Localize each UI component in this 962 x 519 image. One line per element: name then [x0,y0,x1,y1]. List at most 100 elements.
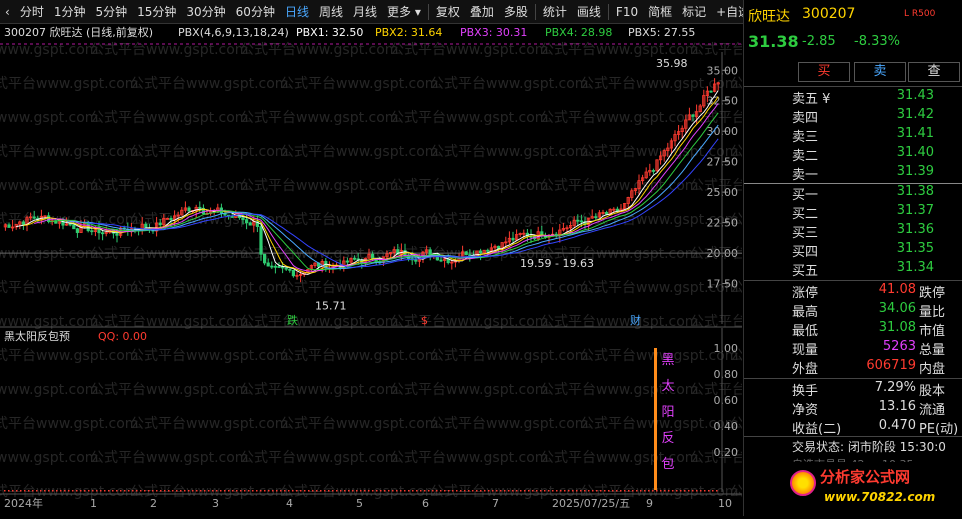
baseline-dot [172,490,174,492]
candle-body [439,259,443,262]
candle-body [345,260,350,263]
baseline-dot [348,490,350,492]
time-axis-label: 9 [646,497,653,510]
watermark-text: 公式平台www.gspt.com [0,246,98,262]
watermark-text: 公式平台www.gspt.com [90,314,248,330]
baseline-dot [260,490,262,492]
bid-price: 31.38 [896,184,934,199]
toolbar-item-7[interactable]: 周线 [314,0,348,24]
watermark-text: 公式平台www.gspt.com [280,416,438,432]
stat-label2: 跌停 [919,286,946,301]
stat2-label2: 流通 [919,403,946,418]
sell-button[interactable]: 卖 [854,62,906,82]
baseline-dot [12,490,14,492]
ask-price: 31.41 [896,126,934,141]
baseline-dot [620,490,622,492]
toolbar-item-5[interactable]: 60分钟 [231,0,280,24]
baseline-dot [388,490,390,492]
baseline-dot [48,490,50,492]
toolbar-item-6[interactable]: 日线 [280,0,314,24]
baseline-dot [332,490,334,492]
toolbar-item-10[interactable]: 复权 [431,0,465,24]
toolbar-item-1[interactable]: 1分钟 [49,0,91,24]
candle-body [288,268,292,271]
candle-body [291,269,296,277]
candle-body [115,232,119,236]
watermark-text: 公式平台www.gspt.com [0,110,98,126]
signal-char: 阳 [661,405,674,420]
baseline-dot [244,490,246,492]
baseline-dot [420,490,422,492]
baseline-dot [196,490,198,492]
toolbar-item-8[interactable]: 月线 [348,0,382,24]
toolbar-item-14[interactable]: 画线 [572,0,606,24]
baseline-dot [156,490,158,492]
toolbar-item-2[interactable]: 5分钟 [90,0,132,24]
baseline-dot [300,490,302,492]
toolbar-item-17[interactable]: 标记 [677,0,711,24]
toolbar-item-9[interactable]: 更多 ▾ [382,0,426,24]
baseline-dot [4,490,6,492]
chart-area[interactable]: 公式平台www.gspt.com公式平台www.gspt.com公式平台www.… [0,24,888,516]
watermark-text: 公式平台www.gspt.com [540,450,698,466]
baseline-dot [92,490,94,492]
candle-body [68,223,72,226]
watermark-text: 公式平台www.gspt.com [0,416,138,432]
watermark-text: 公式平台www.gspt.com [90,450,248,466]
toolbar-item-15[interactable]: F10 [611,0,643,24]
toolbar-item-12[interactable]: 多股 [499,0,533,24]
baseline-dot [336,490,338,492]
baseline-dot [572,490,574,492]
baseline-dot [536,490,538,492]
time-axis-label: 4 [286,497,293,510]
toolbar-item-3[interactable]: 15分钟 [132,0,181,24]
toolbar-item-13[interactable]: 统计 [538,0,572,24]
candle-body [169,217,173,221]
watermark-text: 公式平台www.gspt.com [90,246,248,262]
baseline-dot [404,490,406,492]
candle-body [579,220,584,223]
divider [744,436,962,437]
baseline-dot [532,490,534,492]
baseline-dot [116,490,118,492]
buy-button[interactable]: 买 [798,62,850,82]
signal-char: 黑 [661,353,674,368]
baseline-dot [272,490,274,492]
stat-value: 5263 [882,339,916,354]
stat2-value: 13.16 [878,399,916,414]
stat2-label2: PE(动) [919,422,959,437]
candle-body [198,206,202,209]
baseline-dot [528,490,530,492]
watermark-text: 公式平台www.gspt.com [540,110,698,126]
baseline-dot [376,490,378,492]
baseline-dot [644,490,646,492]
baseline-dot [236,490,238,492]
toolbar-item-16[interactable]: 简框 [643,0,677,24]
candle-body [32,216,36,219]
candle-body [414,259,418,262]
toolbar-item-0[interactable]: 分时 [15,0,49,24]
watermark-text: 公式平台www.gspt.com [730,76,742,92]
baseline-dot [440,490,442,492]
candle-body [72,224,76,230]
baseline-dot [152,490,154,492]
watermark-text: 公式平台www.gspt.com [240,110,398,126]
time-axis-label: 3 [212,497,219,510]
high-annotation: 35.98 [656,57,688,70]
candle-body [605,212,609,215]
stat-label: 外盘 [792,362,819,377]
ask-price: 31.40 [896,145,934,160]
baseline-dot [660,490,662,492]
toolbar-item-4[interactable]: 30分钟 [181,0,230,24]
toolbar-item-11[interactable]: 叠加 [465,0,499,24]
candle-body [75,228,79,233]
kline-chart-svg[interactable]: 公式平台www.gspt.com公式平台www.gspt.com公式平台www.… [0,24,888,516]
watermark-text: 公式平台www.gspt.com [130,144,288,160]
baseline-dot [168,490,170,492]
baseline-dot [56,490,58,492]
ask-label: 卖二 [792,149,819,164]
baseline-dot [80,490,82,492]
query-button[interactable]: 查 [908,62,960,82]
back-arrow-icon[interactable]: ‹ [0,0,15,24]
baseline-dot [664,490,666,492]
